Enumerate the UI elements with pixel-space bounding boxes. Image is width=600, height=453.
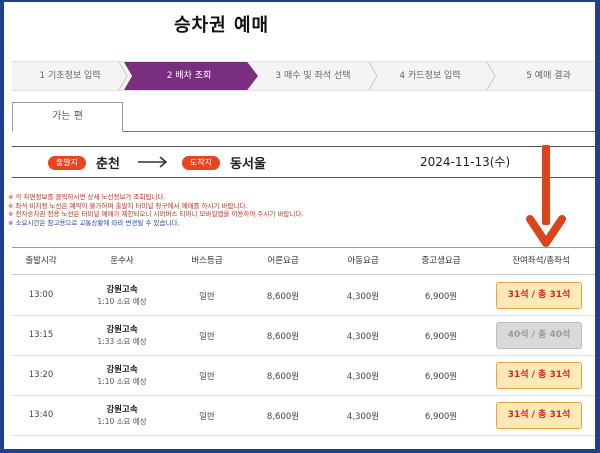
notice-item: ※ 각 차편정보를 클릭하시면 상세 노선정보가 조회됩니다.: [8, 193, 166, 201]
bus-company: 강원고속: [106, 285, 138, 295]
adult-fare: 8,600원: [266, 372, 300, 382]
child-fare: 4,300원: [346, 292, 380, 302]
step-5: 5 예매 결과: [526, 71, 571, 81]
page-title: 승차권 예매: [174, 15, 270, 36]
seat-select-button[interactable]: 31석 / 총 31석: [496, 282, 582, 309]
child-fare: 4,300원: [346, 332, 380, 342]
right-arrow-icon: [138, 156, 168, 168]
trip-duration: 1:10 소요 예상: [97, 377, 147, 386]
child-fare: 4,300원: [346, 372, 380, 382]
teen-fare: 6,900원: [424, 292, 458, 302]
bus-grade: 일반: [199, 292, 215, 302]
seat-select-button-disabled[interactable]: 40석 / 총 40석: [496, 322, 582, 349]
trip-duration: 1:33 소요 예상: [97, 337, 147, 346]
header-adult-fare: 어른요금: [267, 256, 299, 266]
bus-company: 강원고속: [106, 325, 138, 335]
bus-grade: 일반: [199, 332, 215, 342]
chevron-separator-icon: [118, 62, 128, 90]
adult-fare: 8,600원: [266, 332, 300, 342]
trip-duration: 1:10 소요 예상: [97, 417, 147, 426]
departure-badge: 출발지: [48, 156, 86, 170]
header-departure-time: 출발시각: [25, 256, 57, 266]
notice-item: ※ 좌석 비지정 노선은 예약이 불가하며 출발지 터미널 창구에서 예매를 하…: [8, 201, 248, 210]
header-seats: 잔여좌석/총좌석: [512, 256, 570, 266]
teen-fare: 6,900원: [424, 412, 458, 422]
step-progress: 1 기초정보 입력 2 배차 조회 3 매수 및 좌석 선택 4 카드정보 입력…: [12, 61, 595, 91]
header-child-fare: 아동요금: [347, 256, 379, 266]
header-teen-fare: 중고생요금: [421, 256, 461, 266]
arrival-badge: 도착지: [182, 156, 220, 170]
seat-select-button[interactable]: 31석 / 총 31석: [496, 362, 582, 389]
header-grade: 버스등급: [191, 256, 223, 266]
departure-date: 2024-11-13(수): [420, 155, 511, 169]
departure-name: 춘천: [96, 157, 120, 172]
departure-time: 13:40: [28, 410, 54, 420]
notice-item: ※ 소요시간은 참고용으로 교통상황에 따라 변경될 수 있습니다.: [8, 218, 180, 227]
table-row[interactable]: 13:15 강원고속 1:33 소요 예상 일반 8,600원 4,300원 6…: [12, 316, 595, 356]
table-row[interactable]: 13:00 강원고속 1:10 소요 예상 일반 8,600원 4,300원 6…: [12, 276, 595, 316]
bus-company: 강원고속: [106, 405, 138, 415]
teen-fare: 6,900원: [424, 332, 458, 342]
child-fare: 4,300원: [346, 412, 380, 422]
departure-time: 13:20: [28, 370, 54, 380]
departure-time: 13:00: [28, 290, 54, 300]
chevron-separator-icon: [368, 62, 378, 90]
table-row[interactable]: 13:40 강원고속 1:10 소요 예상 일반 8,600원 4,300원 6…: [12, 396, 595, 436]
step-3: 3 매수 및 좌석 선택: [275, 71, 351, 81]
step-1: 1 기초정보 입력: [39, 71, 101, 81]
adult-fare: 8,600원: [266, 412, 300, 422]
trip-duration: 1:10 소요 예상: [97, 297, 147, 306]
chevron-separator-icon: [486, 62, 496, 90]
table-row[interactable]: 13:20 강원고속 1:10 소요 예상 일반 8,600원 4,300원 6…: [12, 356, 595, 396]
step-4: 4 카드정보 입력: [399, 71, 461, 81]
arrival-name: 동서울: [230, 157, 266, 172]
header-company: 운수사: [110, 256, 134, 266]
route-summary: 출발지 춘천 도착지 동서울 2024-11-13(수): [12, 146, 595, 178]
step-2: 2 배차 조회: [166, 71, 212, 81]
departure-time: 13:15: [28, 330, 54, 340]
table-header: 출발시각 운수사 버스등급 어른요금 아동요금 중고생요금 잔여좌석/총좌석: [12, 247, 595, 275]
bus-grade: 일반: [199, 412, 215, 422]
down-arrow-icon: [526, 145, 566, 247]
adult-fare: 8,600원: [266, 292, 300, 302]
notice-item: ※ 전자승차권 전용 노선은 터미널 예매가 제한되오니 시외버스 티머니 모바…: [8, 210, 304, 218]
bus-company: 강원고속: [106, 365, 138, 375]
tab-outbound[interactable]: 가는 편: [12, 102, 123, 132]
teen-fare: 6,900원: [424, 372, 458, 382]
bus-grade: 일반: [199, 372, 215, 382]
seat-select-button[interactable]: 31석 / 총 31석: [496, 402, 582, 429]
notice-list: ※ 각 차편정보를 클릭하시면 상세 노선정보가 조회됩니다. ※ 좌석 비지정…: [8, 193, 448, 227]
page-frame: 승차권 예매 1 기초정보 입력 2 배차 조회 3 매수 및 좌석 선택 4 …: [4, 2, 595, 449]
